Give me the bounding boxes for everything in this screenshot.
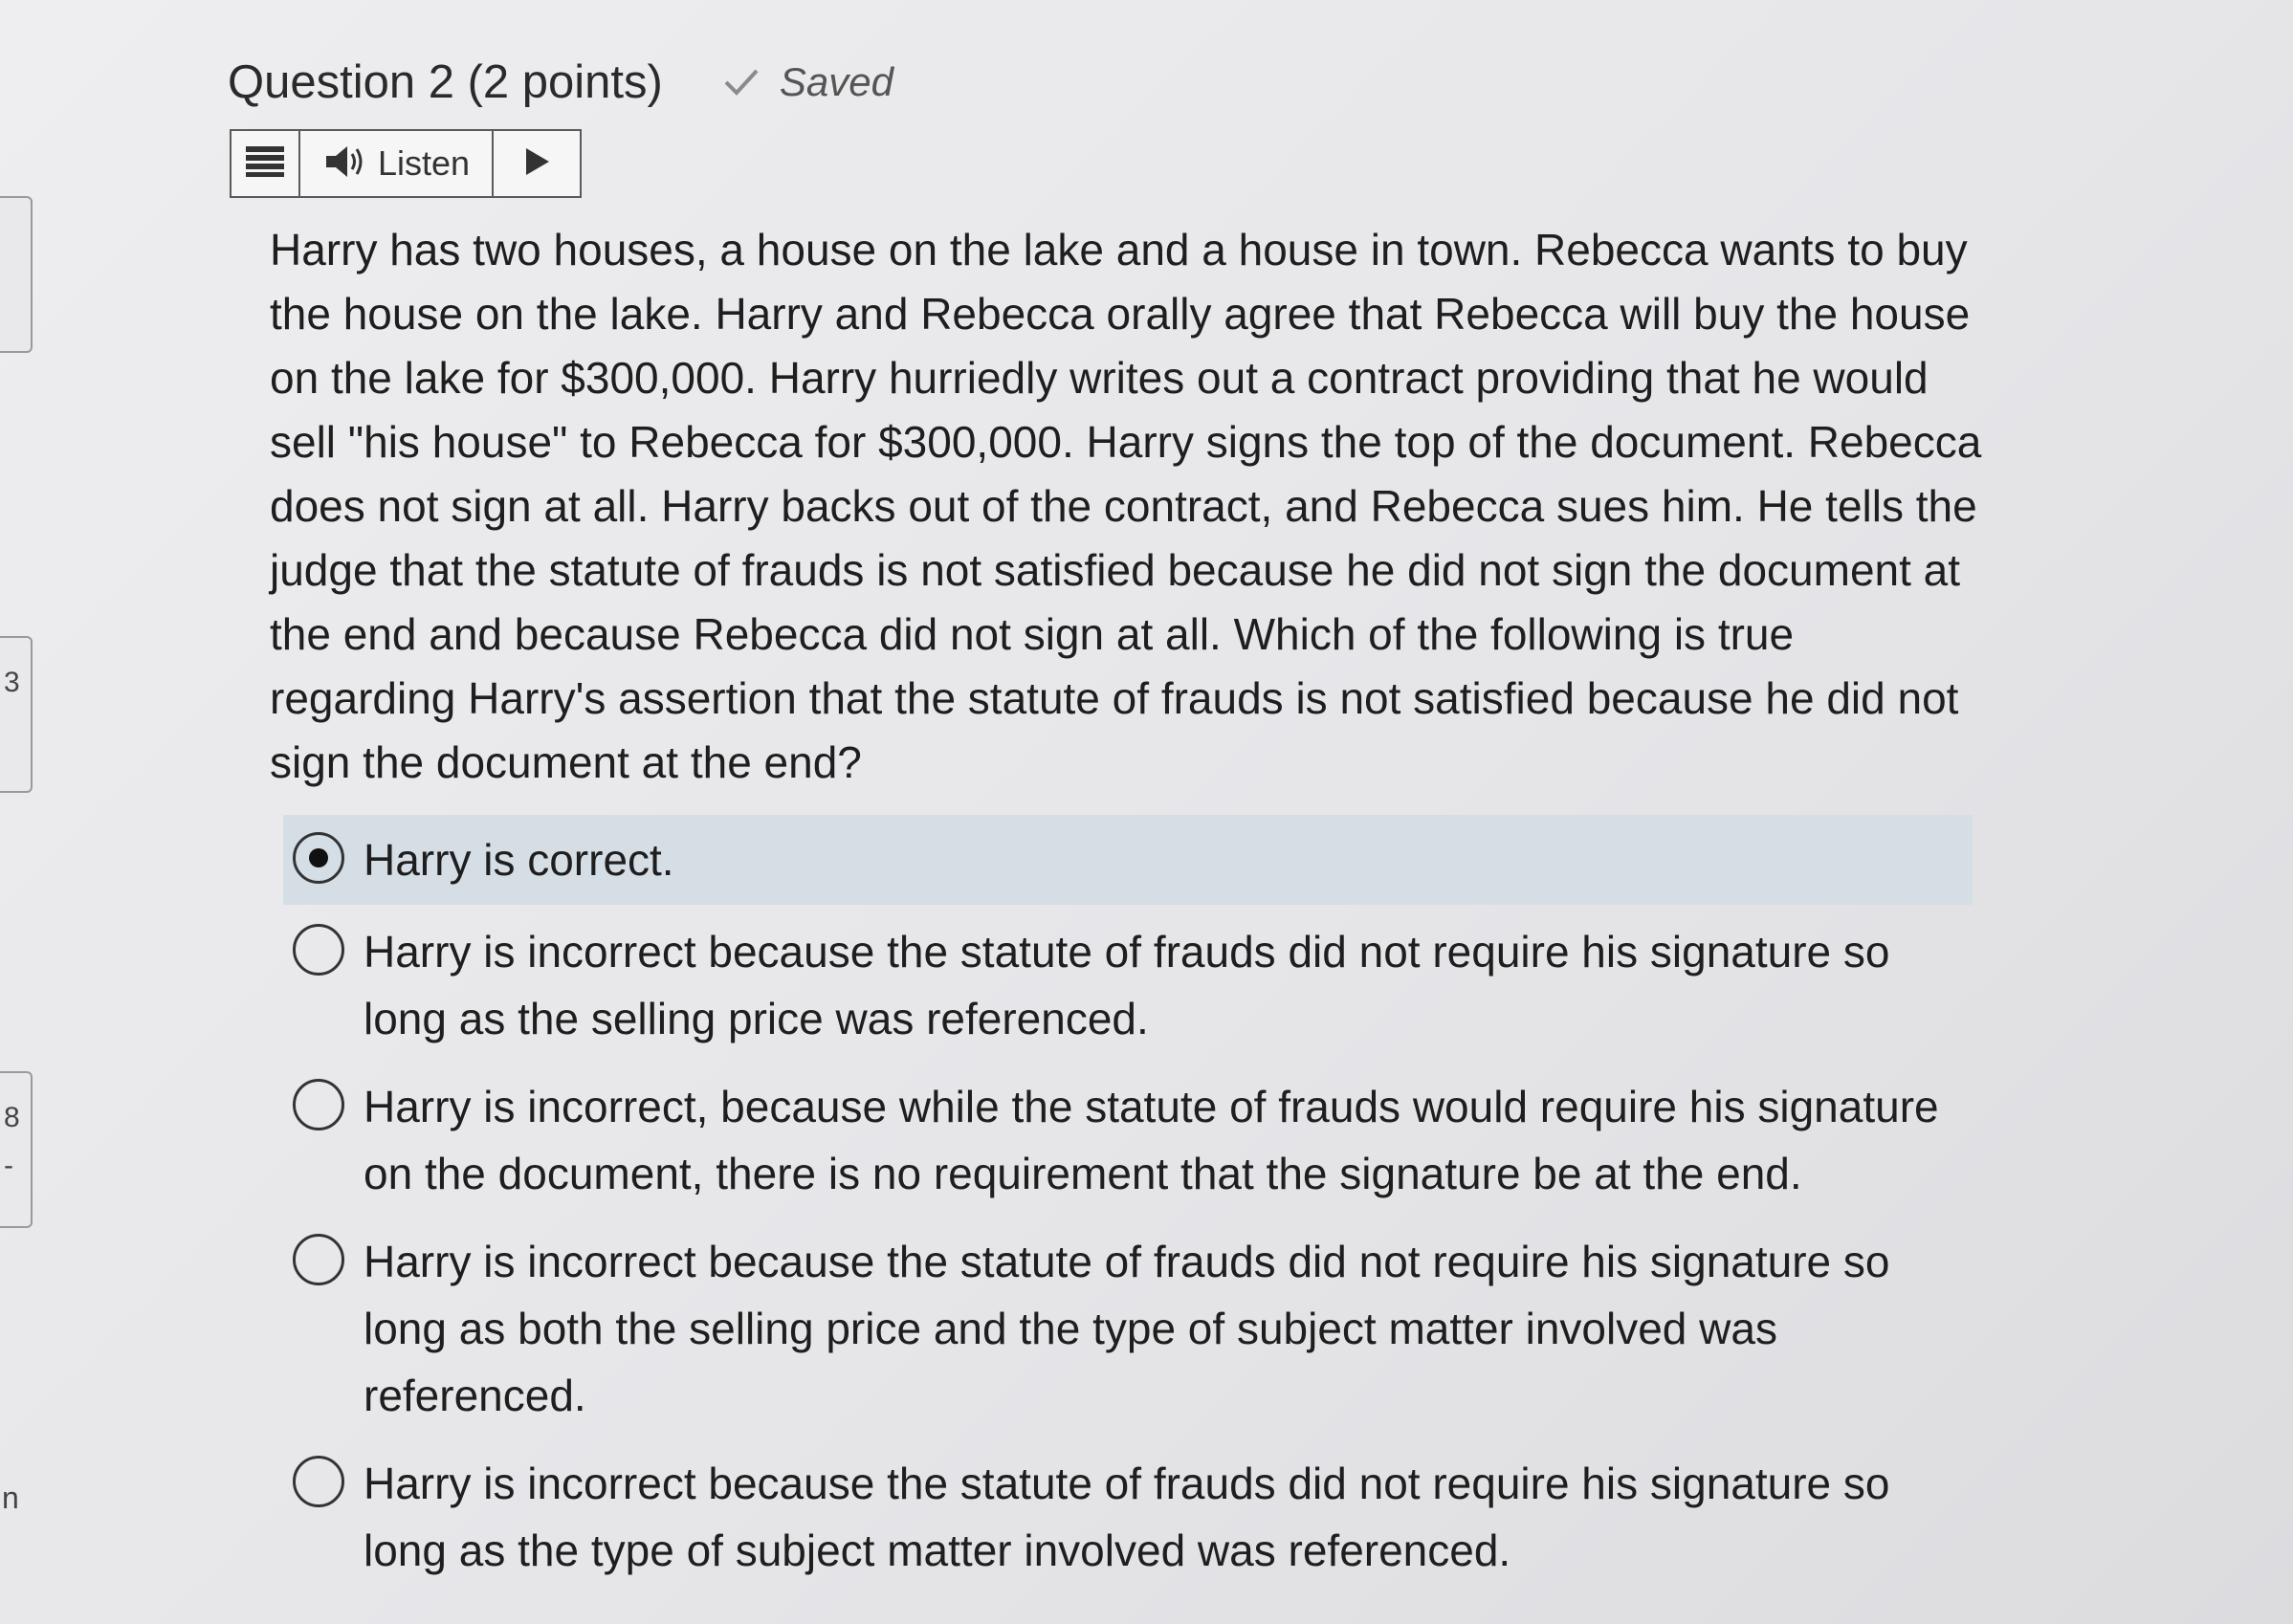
readspeaker-toolbar: Listen: [230, 129, 582, 198]
radio-button[interactable]: [293, 1234, 344, 1285]
left-panel-mark: -: [4, 1150, 13, 1181]
answer-options: Harry is correct. Harry is incorrect bec…: [283, 815, 1973, 1605]
answer-label: Harry is correct.: [364, 835, 674, 885]
radio-button[interactable]: [293, 1079, 344, 1130]
left-panel-mark: n: [2, 1481, 19, 1515]
speaker-icon: [322, 143, 368, 186]
answer-label: Harry is incorrect because the statute o…: [364, 1459, 1890, 1575]
left-panel-tab-3[interactable]: 8 -: [0, 1071, 33, 1228]
answer-option-3[interactable]: Harry is incorrect, because while the st…: [283, 1073, 1973, 1207]
left-panel-tab-2[interactable]: 3: [0, 636, 33, 793]
play-icon: [522, 146, 551, 182]
saved-status: Saved: [722, 59, 893, 105]
answer-label: Harry is incorrect, because while the st…: [364, 1082, 1939, 1198]
answer-label: Harry is incorrect because the statute o…: [364, 927, 1890, 1043]
answer-label: Harry is incorrect because the statute o…: [364, 1237, 1890, 1420]
radio-button-selected[interactable]: [293, 832, 344, 884]
left-panel-mark: 8: [4, 1102, 20, 1133]
answer-option-2[interactable]: Harry is incorrect because the statute o…: [283, 918, 1973, 1052]
answer-option-1[interactable]: Harry is correct.: [283, 815, 1973, 905]
answer-option-4[interactable]: Harry is incorrect because the statute o…: [283, 1228, 1973, 1429]
play-button[interactable]: [494, 131, 580, 196]
hamburger-menu-icon: [244, 144, 286, 184]
checkmark-icon: [722, 67, 761, 98]
left-panel-tab-1[interactable]: [0, 196, 33, 353]
listen-button[interactable]: Listen: [300, 131, 494, 196]
radio-dot: [309, 848, 328, 867]
question-header: Question 2 (2 points) Saved: [228, 55, 893, 109]
toolbar-menu-button[interactable]: [232, 131, 300, 196]
answer-option-5[interactable]: Harry is incorrect because the statute o…: [283, 1450, 1973, 1584]
listen-label: Listen: [377, 143, 471, 183]
question-text: Harry has two houses, a house on the lak…: [270, 225, 1982, 787]
radio-button[interactable]: [293, 1456, 344, 1507]
question-title: Question 2 (2 points): [228, 56, 663, 108]
saved-label: Saved: [779, 59, 893, 104]
radio-button[interactable]: [293, 924, 344, 976]
left-panel-mark: 3: [4, 667, 20, 698]
